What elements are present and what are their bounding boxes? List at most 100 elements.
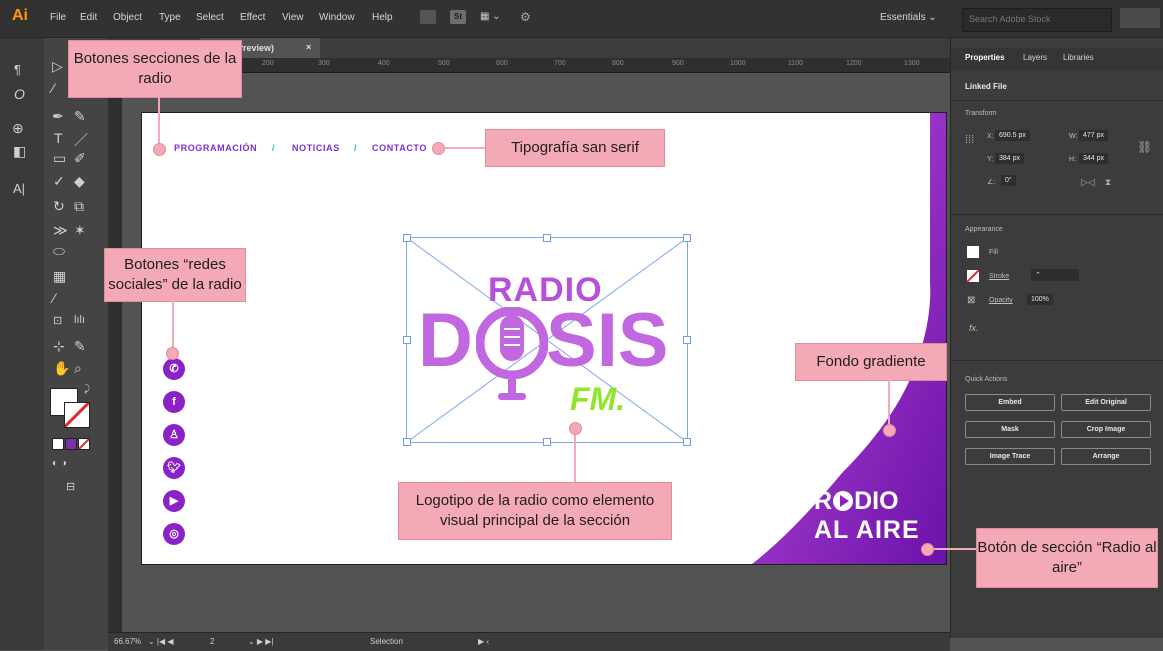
embed-button[interactable]: Embed	[965, 394, 1055, 411]
instagram-icon[interactable]: ◎	[163, 523, 185, 545]
selection-handle[interactable]	[403, 438, 411, 446]
swap-colors-icon[interactable]: ⤸	[84, 384, 90, 395]
vertical-ruler[interactable]	[108, 72, 122, 632]
flip-icons[interactable]: ▷◁ ⧗	[1081, 177, 1111, 188]
page-nav-icon[interactable]: ⌄ ▶ ▶|	[248, 637, 274, 646]
selection-handle[interactable]	[403, 234, 411, 242]
nav-noticias[interactable]: NOTICIAS	[292, 143, 340, 153]
selection-handle[interactable]	[683, 234, 691, 242]
snapchat-icon[interactable]: ♙	[163, 424, 185, 446]
color-mode-icon[interactable]	[52, 438, 64, 450]
facebook-icon[interactable]: f	[163, 391, 185, 413]
stroke-label[interactable]: Stroke	[989, 273, 1009, 280]
zoom-tool-icon[interactable]: ⌕	[74, 360, 82, 377]
zoom-level[interactable]: 66.67%	[114, 637, 141, 646]
libraries-icon[interactable]: ◧	[13, 143, 26, 160]
whatsapp-icon[interactable]: ✆	[163, 358, 185, 380]
youtube-icon[interactable]: ▶	[163, 490, 185, 512]
fill-color-swatch[interactable]	[967, 246, 979, 258]
status-arrows-icon[interactable]: ▶ ‹	[478, 637, 489, 646]
hand-tool-icon[interactable]: ✋	[53, 360, 70, 377]
symbol-sprayer-icon[interactable]: ⊡	[53, 314, 62, 327]
rotate-tool-icon[interactable]: ↻	[53, 198, 65, 215]
none-mode-icon[interactable]	[78, 438, 90, 450]
menu-window[interactable]: Window	[319, 12, 355, 23]
menu-edit[interactable]: Edit	[80, 12, 97, 23]
screen-mode-icon[interactable]: ⊟	[66, 480, 75, 493]
gradient-mode-icon[interactable]	[65, 438, 77, 450]
magic-wand-icon[interactable]: ⁄	[52, 80, 54, 96]
nav-contacto[interactable]: CONTACTO	[372, 143, 427, 153]
shape-builder-icon[interactable]: ⬭	[53, 243, 65, 260]
zoom-dropdown-icon[interactable]: ⌄ |◀ ◀	[148, 637, 174, 646]
selection-handle[interactable]	[543, 438, 551, 446]
close-tab-icon[interactable]: ×	[306, 42, 311, 52]
x-field[interactable]: 690.5 px	[995, 130, 1030, 141]
constrain-proportions-icon[interactable]: ⛓	[1137, 140, 1152, 154]
menu-view[interactable]: View	[282, 12, 304, 23]
page-number[interactable]: 2	[210, 637, 214, 646]
arrange-documents-icon[interactable]: ▦ ⌄	[480, 11, 501, 22]
selection-handle[interactable]	[683, 336, 691, 344]
edit-original-button[interactable]: Edit Original	[1061, 394, 1151, 411]
reference-point-icon[interactable]: ⁞⁞⁞	[965, 134, 974, 146]
menu-select[interactable]: Select	[196, 12, 224, 23]
bridge-icon[interactable]	[420, 10, 436, 24]
puppet-warp-icon[interactable]: ✶	[74, 222, 86, 239]
opacity-field[interactable]: 100%	[1027, 294, 1053, 305]
artboard-tool-icon[interactable]: ⊹	[53, 338, 65, 355]
scale-tool-icon[interactable]: ⧉	[74, 198, 84, 215]
menu-type[interactable]: Type	[159, 12, 181, 23]
gpu-performance-icon[interactable]: ⚙	[520, 10, 531, 24]
opacity-label[interactable]: Opacity	[989, 297, 1013, 304]
paintbrush-icon[interactable]: ✐	[74, 150, 86, 167]
character-icon[interactable]: A|	[13, 181, 25, 196]
line-tool-icon[interactable]: ／	[74, 130, 88, 150]
nav-programacion[interactable]: PROGRAMACIÓN	[174, 143, 257, 153]
type-tool-icon[interactable]: T	[54, 130, 63, 146]
adobe-stock-search[interactable]: Search Adobe Stock	[962, 8, 1112, 32]
eyedropper-icon[interactable]: ⁄	[53, 290, 55, 306]
w-field[interactable]: 477 px	[1079, 130, 1109, 141]
menu-file[interactable]: File	[50, 12, 66, 23]
radio-al-aire-button[interactable]: R DIO AL AIRE	[814, 487, 920, 545]
shaper-tool-icon[interactable]: ✓	[53, 173, 65, 190]
draw-mode-icon[interactable]: ◐ ◑	[52, 458, 67, 469]
stroke-color-swatch[interactable]	[967, 270, 979, 282]
pen-tool-icon[interactable]: ✒	[52, 108, 64, 125]
stroke-weight-field[interactable]: ⌃	[1031, 269, 1079, 281]
perspective-grid-icon[interactable]: ▦	[53, 268, 66, 285]
eraser-tool-icon[interactable]: ◆	[74, 173, 85, 190]
h-field[interactable]: 344 px	[1079, 153, 1109, 164]
menu-help[interactable]: Help	[372, 12, 393, 23]
tab-properties[interactable]: Properties	[965, 53, 1005, 62]
mask-button[interactable]: Mask	[965, 421, 1055, 438]
twitter-icon[interactable]: 🐦︎	[163, 457, 185, 479]
rectangle-tool-icon[interactable]: ▭	[53, 150, 66, 167]
tab-libraries[interactable]: Libraries	[1063, 53, 1094, 62]
slice-tool-icon[interactable]: ✎	[74, 338, 86, 355]
window-controls[interactable]	[1120, 8, 1160, 28]
crop-image-button[interactable]: Crop Image	[1061, 421, 1151, 438]
image-trace-button[interactable]: Image Trace	[965, 448, 1055, 465]
selection-handle[interactable]	[543, 234, 551, 242]
workspace-switcher[interactable]: Essentials ⌄	[880, 12, 937, 23]
selection-handle[interactable]	[403, 336, 411, 344]
arrange-button[interactable]: Arrange	[1061, 448, 1151, 465]
menu-effect[interactable]: Effect	[240, 12, 265, 23]
angle-field[interactable]: 0°	[1001, 175, 1016, 186]
paragraph-icon[interactable]: ¶	[14, 62, 21, 77]
stroke-swatch[interactable]	[64, 402, 90, 428]
opentype-icon[interactable]: O	[14, 86, 25, 102]
warp-tool-icon[interactable]: ≫	[53, 222, 68, 239]
curvature-tool-icon[interactable]: ✎	[74, 108, 86, 125]
stock-icon[interactable]: St	[450, 10, 466, 24]
links-icon[interactable]: ⊕	[12, 120, 24, 137]
y-field[interactable]: 384 px	[995, 153, 1025, 164]
column-graph-icon[interactable]: lılı	[74, 314, 85, 326]
selection-handle[interactable]	[683, 438, 691, 446]
fx-icon[interactable]: fx.	[969, 323, 979, 333]
selection-tool-icon[interactable]: ▷	[52, 58, 63, 75]
menu-object[interactable]: Object	[113, 12, 142, 23]
tab-layers[interactable]: Layers	[1023, 53, 1047, 62]
